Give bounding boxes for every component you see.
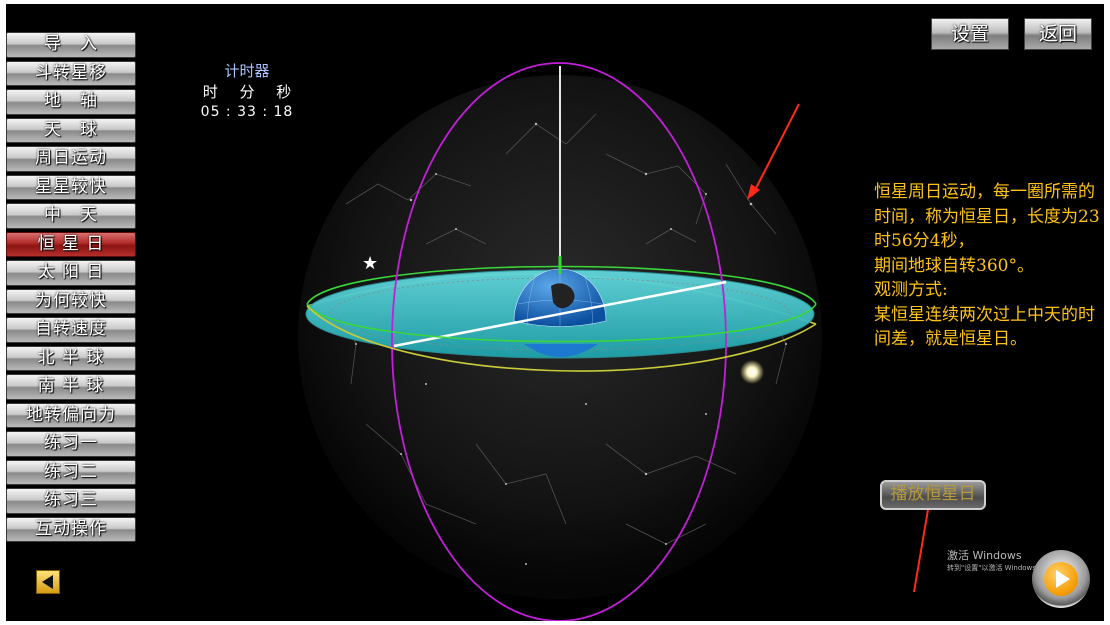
menu-item-sidereal-day[interactable]: 恒 星 日 xyxy=(6,231,136,257)
menu-item-import[interactable]: 导 入 xyxy=(6,32,136,58)
activation-watermark: 激活 Windows 转到"设置"以激活 Windows。 xyxy=(947,549,1043,573)
settings-button[interactable]: 设置 xyxy=(931,18,1009,50)
app-stage: ★ 导 入 斗转星移 地 轴 天 球 周日运动 星星较快 中 天 恒 星 日 太… xyxy=(6,4,1104,621)
play-icon[interactable] xyxy=(1032,550,1090,608)
play-sidereal-day-button[interactable]: 播放恒星日 xyxy=(880,480,986,510)
menu-item-stars-faster[interactable]: 星星较快 xyxy=(6,174,136,200)
timer-unit-second: 秒 xyxy=(276,83,292,101)
menu-item-earth-axis[interactable]: 地 轴 xyxy=(6,89,136,115)
menu-item-exercise-2[interactable]: 练习二 xyxy=(6,459,136,485)
annotation-arrow-upper xyxy=(751,103,800,197)
watermark-title: 激活 Windows xyxy=(947,549,1022,562)
timer-units: 时 分 秒 xyxy=(192,82,302,102)
timer-title: 计时器 xyxy=(224,62,270,80)
menu-item-coriolis-force[interactable]: 地转偏向力 xyxy=(6,402,136,428)
menu-item-southern-hemisphere[interactable]: 南 半 球 xyxy=(6,374,136,400)
menu-item-solar-day[interactable]: 太 阳 日 xyxy=(6,260,136,286)
menu-item-northern-hemisphere[interactable]: 北 半 球 xyxy=(6,345,136,371)
menu-item-exercise-3[interactable]: 练习三 xyxy=(6,488,136,514)
lesson-menu: 导 入 斗转星移 地 轴 天 球 周日运动 星星较快 中 天 恒 星 日 太 阳… xyxy=(6,32,137,545)
arrow-left-icon[interactable] xyxy=(36,570,60,594)
sun-icon xyxy=(740,360,764,384)
sidereal-day-description: 恒星周日运动，每一圈所需的时间，称为恒星日，长度为23时56分4秒， 期间地球自… xyxy=(874,182,1100,349)
back-button[interactable]: 返回 xyxy=(1024,18,1092,50)
menu-item-interactive[interactable]: 互动操作 xyxy=(6,516,136,542)
timer-unit-hour: 时 xyxy=(202,83,218,101)
watermark-subtitle: 转到"设置"以激活 Windows。 xyxy=(947,564,1043,572)
star-icon: ★ xyxy=(362,253,378,274)
menu-item-exercise-1[interactable]: 练习一 xyxy=(6,431,136,457)
timer-value: 05 : 33 : 18 xyxy=(200,104,294,120)
menu-item-diurnal-motion[interactable]: 周日运动 xyxy=(6,146,136,172)
menu-item-rotation-speed[interactable]: 自转速度 xyxy=(6,317,136,343)
menu-item-celestial-sphere[interactable]: 天 球 xyxy=(6,117,136,143)
menu-item-star-motion[interactable]: 斗转星移 xyxy=(6,60,136,86)
timer-panel: 计时器 时 分 秒 05 : 33 : 18 xyxy=(192,62,302,122)
menu-item-why-faster[interactable]: 为何较快 xyxy=(6,288,136,314)
menu-item-culmination[interactable]: 中 天 xyxy=(6,203,136,229)
play-icon-inner xyxy=(1044,562,1078,596)
timer-unit-minute: 分 xyxy=(239,83,255,101)
